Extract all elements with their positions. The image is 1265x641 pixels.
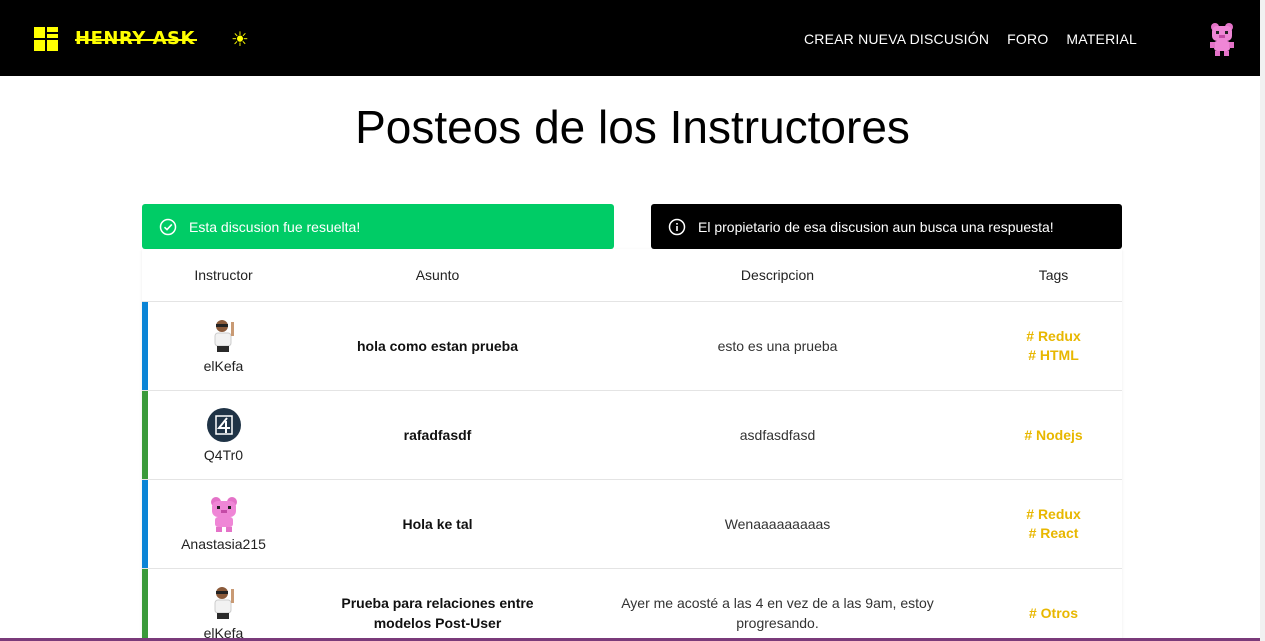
post-subject[interactable]: Hola ke tal — [305, 514, 570, 534]
instructor-cell[interactable]: Anastasia215 — [142, 496, 305, 552]
tag[interactable]: # React — [1029, 525, 1079, 542]
resolved-legend-text: Esta discusion fue resuelta! — [189, 218, 361, 235]
nav-material[interactable]: MATERIAL — [1066, 31, 1137, 47]
tag-list: # Otros — [985, 605, 1122, 622]
man-waving-avatar — [214, 320, 234, 352]
page-scrollbar[interactable] — [1260, 0, 1265, 641]
instructor-cell[interactable]: elKefa — [142, 585, 305, 641]
tag-list: # Redux # React — [985, 506, 1122, 542]
post-description: asdfasdfasd — [739, 427, 816, 443]
page-title-prefix: Posteos de los — [355, 101, 657, 153]
main-nav: CREAR NUEVA DISCUSIÓN FORO MATERIAL — [804, 31, 1137, 47]
status-bar — [142, 391, 148, 479]
pending-legend-text: El propietario de esa discusion aun busc… — [698, 218, 1054, 235]
tag[interactable]: # Nodejs — [1024, 427, 1082, 444]
page-title: Posteos de los Instructores — [0, 100, 1265, 160]
page-title-highlight: Instructores — [669, 101, 911, 160]
man-waving-avatar — [214, 587, 234, 619]
post-description: Ayer me acosté a las 4 en vez de a las 9… — [621, 595, 934, 631]
status-bar — [142, 569, 148, 641]
header-instructor: Instructor — [194, 267, 253, 283]
top-navbar: HENRY ASK ☀ CREAR NUEVA DISCUSIÓN FORO M… — [0, 0, 1265, 76]
table-row[interactable]: Q4Tr0 rafadfasdf asdfasdfasd # Nodejs — [142, 391, 1122, 480]
user-avatar[interactable] — [1208, 22, 1236, 56]
table-row[interactable]: elKefa hola como estan prueba esto es un… — [142, 302, 1122, 391]
tag[interactable]: # Redux — [1026, 506, 1080, 523]
sun-icon[interactable]: ☀ — [229, 28, 251, 50]
header-subject: Asunto — [415, 267, 460, 283]
info-circle-icon — [668, 218, 686, 235]
nav-create-discussion[interactable]: CREAR NUEVA DISCUSIÓN — [804, 31, 989, 47]
posts-table: Instructor Asunto Descripcion Tags elKef… — [142, 249, 1122, 641]
post-subject[interactable]: Prueba para relaciones entre modelos Pos… — [305, 593, 570, 633]
instructor-cell[interactable]: elKefa — [142, 318, 305, 374]
instructor-name: elKefa — [203, 358, 244, 374]
resolved-legend-banner: Esta discusion fue resuelta! — [142, 204, 614, 249]
instructor-name: Q4Tr0 — [203, 447, 244, 463]
post-description: esto es una prueba — [717, 338, 838, 354]
number-four-avatar — [206, 408, 241, 442]
nav-forum[interactable]: FORO — [1007, 31, 1048, 47]
status-bar — [142, 302, 148, 390]
table-row[interactable]: elKefa Prueba para relaciones entre mode… — [142, 569, 1122, 641]
pending-legend-banner: El propietario de esa discusion aun busc… — [651, 204, 1122, 249]
header-description: Descripcion — [740, 267, 815, 283]
pink-bear-avatar — [210, 497, 237, 532]
post-subject[interactable]: hola como estan prueba — [305, 336, 570, 356]
tag-list: # Redux # HTML — [985, 328, 1122, 364]
henry-logo-icon[interactable] — [34, 27, 58, 51]
table-row[interactable]: Anastasia215 Hola ke tal Wenaaaaaaaaas #… — [142, 480, 1122, 569]
post-subject[interactable]: rafadfasdf — [305, 425, 570, 445]
table-header: Instructor Asunto Descripcion Tags — [142, 249, 1122, 302]
instructor-cell[interactable]: Q4Tr0 — [142, 407, 305, 463]
header-tags: Tags — [1038, 267, 1069, 283]
status-bar — [142, 480, 148, 568]
post-description: Wenaaaaaaaaas — [724, 516, 831, 532]
tag[interactable]: # HTML — [1028, 347, 1079, 364]
check-circle-icon — [159, 218, 177, 235]
brand-strike — [75, 39, 197, 41]
tag-list: # Nodejs — [985, 427, 1122, 444]
tag[interactable]: # Redux — [1026, 328, 1080, 345]
tag[interactable]: # Otros — [1029, 605, 1078, 622]
instructor-name: Anastasia215 — [181, 536, 266, 552]
